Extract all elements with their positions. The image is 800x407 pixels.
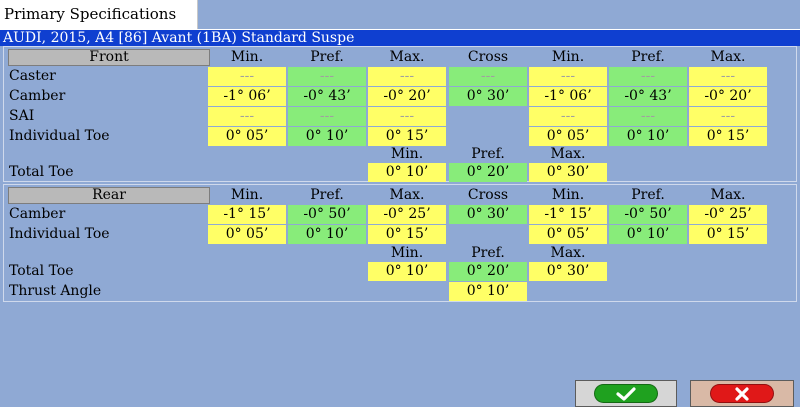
rear-indiv-toe-right-max: 0° 15’ [689,225,767,244]
sai-left-min: --- [208,107,286,126]
camber-right-pref: -0° 43’ [609,87,687,106]
rear-total-toe-max: 0° 30’ [529,262,607,281]
rear-camber-right-max: -0° 25’ [689,205,767,224]
camber-right-min: -1° 06’ [529,87,607,106]
ok-button[interactable] [575,380,677,407]
total-toe-pref-header: Pref. [471,146,505,162]
front-section: Front Min. Pref. Max. Cross Min. Pref. M… [3,46,797,182]
caster-right-min: --- [529,67,607,86]
col-header-cross: Cross [467,49,509,65]
rear-col-header-cross: Cross [467,187,509,203]
row-label-camber: Camber [9,88,66,104]
total-toe-min: 0° 10’ [368,163,446,182]
rear-col-header-max: Max. [389,187,425,203]
rear-row-label-camber: Camber [9,206,66,222]
total-toe-pref: 0° 20’ [449,163,527,182]
rear-section: Rear Min. Pref. Max. Cross Min. Pref. Ma… [3,184,797,302]
rear-col-header-pref: Pref. [310,187,344,203]
caster-left-min: --- [208,67,286,86]
sai-left-pref: --- [288,107,366,126]
row-label-caster: Caster [9,68,56,84]
tab-primary-specifications[interactable]: Primary Specifications [0,0,198,29]
col-header-max-right: Max. [710,49,746,65]
rear-col-header-max-right: Max. [710,187,746,203]
rear-indiv-toe-left-max: 0° 15’ [368,225,446,244]
checkmark-icon [616,386,636,401]
rear-col-header-min: Min. [230,187,264,203]
ok-pill [594,384,658,403]
indiv-toe-left-min: 0° 05’ [208,127,286,146]
rear-total-toe-min-header: Min. [390,245,424,261]
caster-right-pref: --- [609,67,687,86]
indiv-toe-right-min: 0° 05’ [529,127,607,146]
col-header-min-right: Min. [551,49,585,65]
rear-camber-right-pref: -0° 50’ [609,205,687,224]
sai-left-max: --- [368,107,446,126]
rear-camber-right-min: -1° 15’ [529,205,607,224]
caster-cross: --- [449,67,527,86]
rear-row-label-total-toe: Total Toe [9,263,74,279]
camber-right-max: -0° 20’ [689,87,767,106]
rear-total-toe-pref-header: Pref. [471,245,505,261]
col-header-max: Max. [389,49,425,65]
indiv-toe-right-pref: 0° 10’ [609,127,687,146]
sai-right-pref: --- [609,107,687,126]
x-icon [735,386,749,401]
col-header-min: Min. [230,49,264,65]
rear-header: Rear [8,187,210,204]
rear-row-label-thrust-angle: Thrust Angle [9,283,102,299]
camber-left-max: -0° 20’ [368,87,446,106]
cancel-button[interactable] [690,380,794,407]
rear-indiv-toe-right-min: 0° 05’ [529,225,607,244]
row-label-sai: SAI [9,108,35,124]
indiv-toe-right-max: 0° 15’ [689,127,767,146]
indiv-toe-left-max: 0° 15’ [368,127,446,146]
camber-left-pref: -0° 43’ [288,87,366,106]
sai-right-min: --- [529,107,607,126]
rear-camber-left-pref: -0° 50’ [288,205,366,224]
rear-camber-left-min: -1° 15’ [208,205,286,224]
vehicle-title-bar: AUDI, 2015, A4 [86] Avant (1BA) Standard… [0,29,800,46]
total-toe-max: 0° 30’ [529,163,607,182]
row-label-individual-toe: Individual Toe [9,128,110,144]
rear-col-header-min-right: Min. [551,187,585,203]
rear-camber-left-max: -0° 25’ [368,205,446,224]
caster-left-pref: --- [288,67,366,86]
rear-total-toe-max-header: Max. [550,245,586,261]
thrust-angle-value: 0° 10’ [449,282,527,301]
caster-right-max: --- [689,67,767,86]
front-header: Front [8,49,210,66]
indiv-toe-left-pref: 0° 10’ [288,127,366,146]
col-header-pref: Pref. [310,49,344,65]
sai-right-max: --- [689,107,767,126]
rear-total-toe-pref: 0° 20’ [449,262,527,281]
col-header-pref-right: Pref. [631,49,665,65]
total-toe-min-header: Min. [390,146,424,162]
caster-left-max: --- [368,67,446,86]
camber-cross: 0° 30’ [449,87,527,106]
camber-left-min: -1° 06’ [208,87,286,106]
rear-col-header-pref-right: Pref. [631,187,665,203]
rear-total-toe-min: 0° 10’ [368,262,446,281]
cancel-pill [710,384,774,403]
rear-indiv-toe-left-pref: 0° 10’ [288,225,366,244]
total-toe-max-header: Max. [550,146,586,162]
rear-indiv-toe-left-min: 0° 05’ [208,225,286,244]
rear-row-label-individual-toe: Individual Toe [9,226,110,242]
rear-camber-cross: 0° 30’ [449,205,527,224]
row-label-total-toe: Total Toe [9,164,74,180]
rear-indiv-toe-right-pref: 0° 10’ [609,225,687,244]
